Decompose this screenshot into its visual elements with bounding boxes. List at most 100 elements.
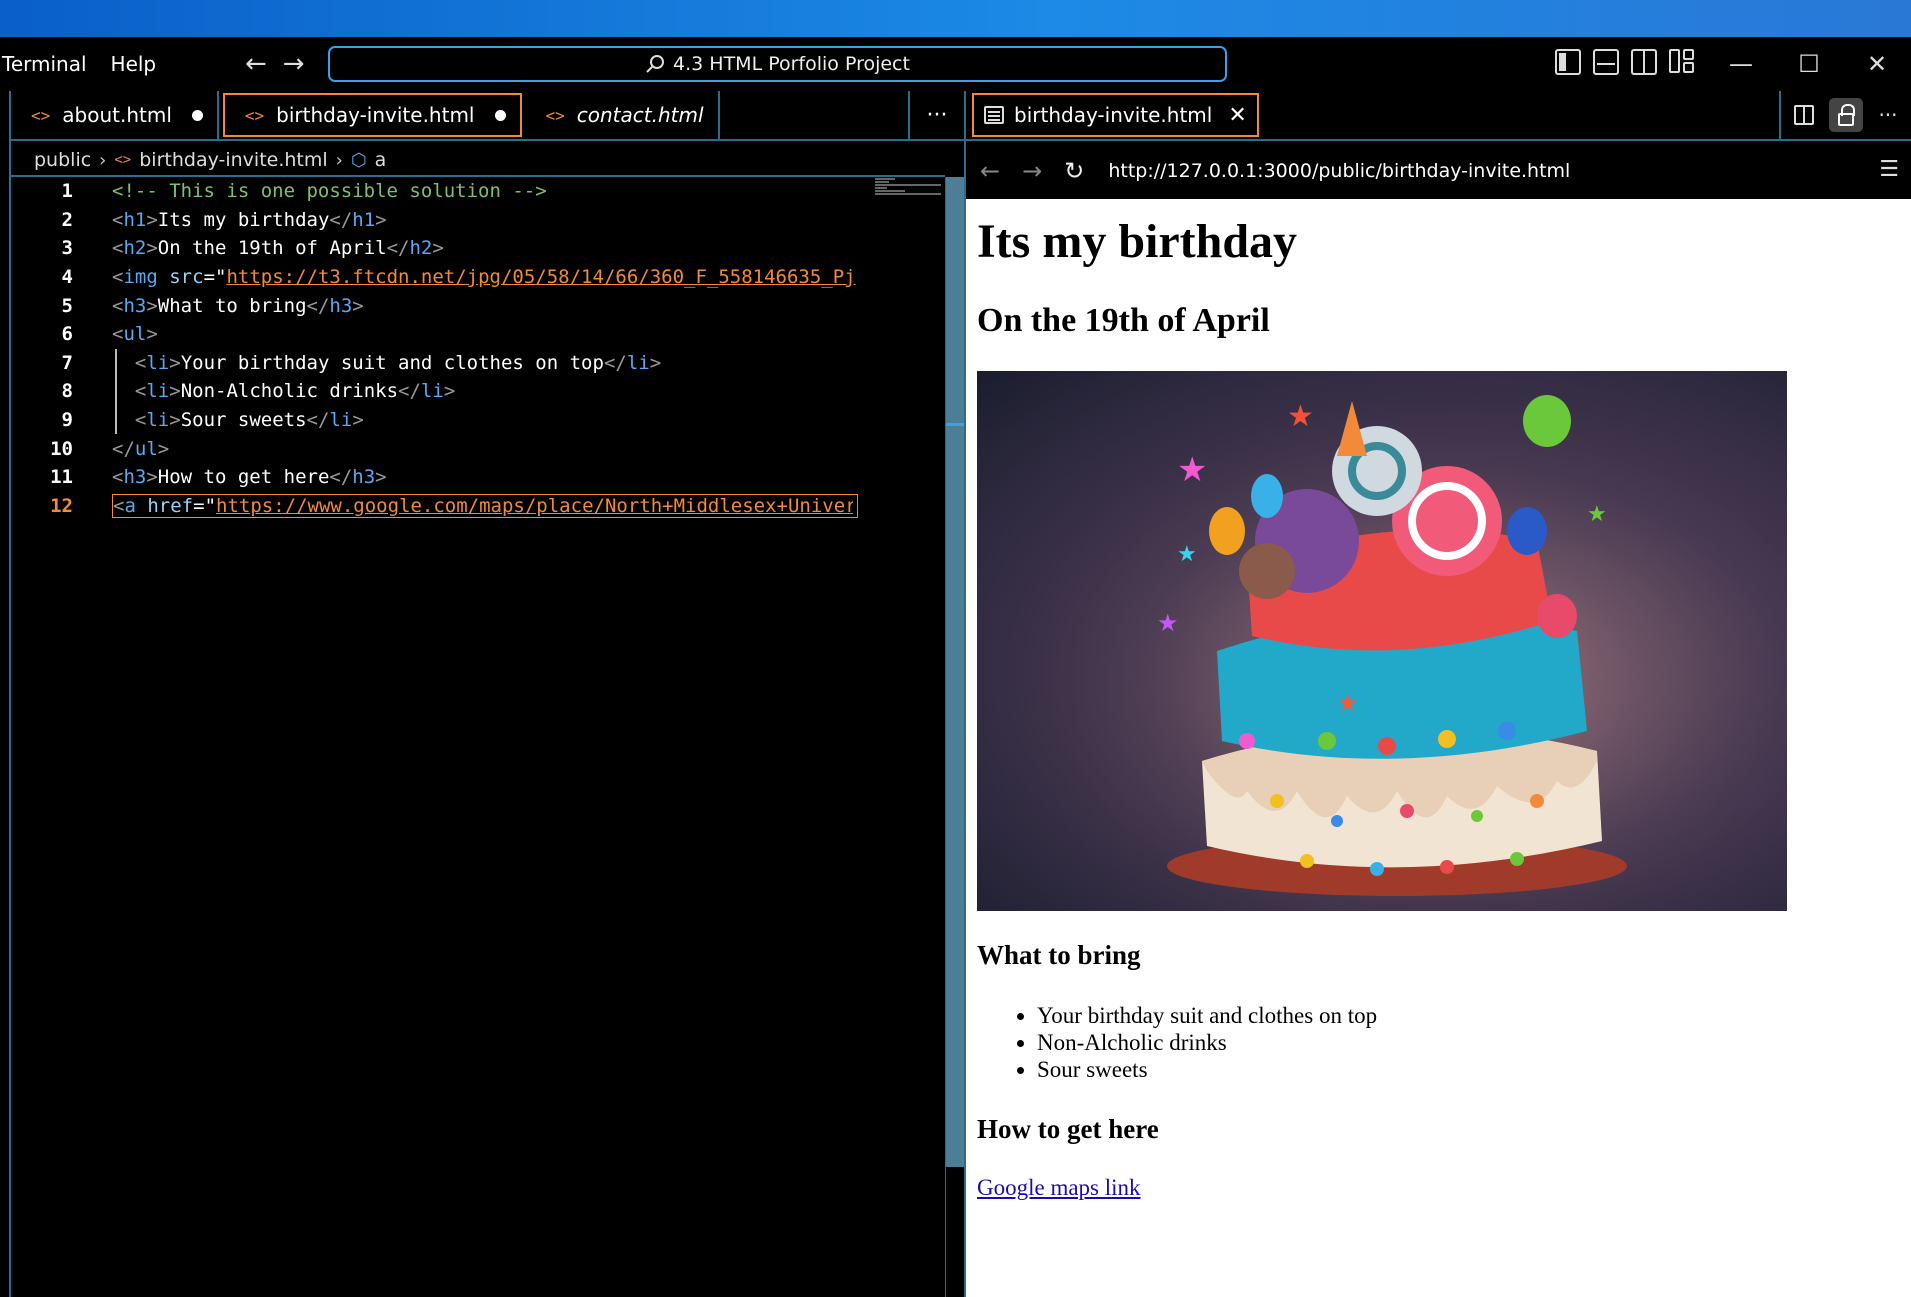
forward-arrow-icon[interactable]: →	[1022, 157, 1042, 185]
breadcrumb-file[interactable]: birthday-invite.html	[139, 149, 327, 171]
close-icon[interactable]: ✕	[1228, 103, 1246, 128]
bring-list: Your birthday suit and clothes on top No…	[977, 1002, 1911, 1083]
toggle-panel-icon[interactable]	[1593, 49, 1619, 75]
layout-controls	[1555, 49, 1695, 75]
vertical-scrollbar-thumb[interactable]	[946, 177, 964, 1167]
code-comment: <!-- This is one possible solution -->	[112, 180, 547, 203]
code-line: 11 <h3>How to get here</h3>	[11, 463, 945, 492]
preview-tab-bar: birthday-invite.html ✕ ···	[966, 91, 1911, 141]
menu-terminal[interactable]: Terminal	[0, 52, 99, 76]
simple-browser-pane: birthday-invite.html ✕ ··· ← → ↻ http://…	[964, 91, 1911, 1297]
code-text: Your birthday suit and clothes on top	[180, 351, 604, 374]
lock-icon	[1838, 103, 1855, 126]
menu-icon[interactable]: ☰	[1879, 157, 1899, 182]
page-subheading: On the 19th of April	[977, 301, 1270, 339]
code-line: 1 <!-- This is one possible solution -->	[11, 177, 945, 206]
tab-birthday-invite-html[interactable]: <> birthday-invite.html	[222, 93, 522, 137]
url-input[interactable]: http://127.0.0.1:3000/public/birthday-in…	[1108, 160, 1570, 182]
code-line: 10 </ul>	[11, 434, 945, 463]
more-actions-button[interactable]: ···	[908, 91, 964, 139]
code-text: Non-Alcholic drinks	[180, 380, 399, 403]
history-nav: ← →	[245, 49, 305, 79]
code-file-icon: <>	[31, 105, 51, 125]
cube-icon: ⬡	[350, 149, 367, 171]
list-item: Your birthday suit and clothes on top	[1037, 1002, 1911, 1029]
code-editor[interactable]: 1 <!-- This is one possible solution -->…	[11, 177, 945, 520]
command-center-search[interactable]: 4.3 HTML Porfolio Project	[328, 46, 1227, 82]
line-number: 2	[61, 208, 73, 231]
preview-actions: ···	[1779, 91, 1911, 139]
tab-label: birthday-invite.html	[276, 103, 475, 127]
code-file-icon: <>	[114, 152, 132, 168]
browser-nav: ← → ↻	[980, 157, 1084, 185]
list-item: Non-Alcholic drinks	[1037, 1029, 1911, 1056]
code-text: On the 19th of April	[157, 237, 387, 260]
scrollbar-cursor-marker	[946, 423, 964, 426]
chevron-right-icon: ›	[99, 149, 107, 171]
line-number: 10	[50, 437, 73, 460]
search-icon	[646, 55, 665, 73]
code-line: 3 <h2>On the 19th of April</h2>	[11, 234, 945, 263]
line-number: 11	[50, 466, 73, 489]
more-icon[interactable]: ···	[1871, 98, 1905, 132]
breadcrumb-folder[interactable]: public	[34, 149, 91, 171]
tab-label: contact.html	[576, 103, 704, 127]
line-number: 4	[61, 266, 73, 289]
section-heading-bring: What to bring	[977, 940, 1141, 971]
unsaved-dot-icon[interactable]	[494, 109, 506, 121]
page-heading: Its my birthday	[977, 215, 1298, 268]
split-editor-button[interactable]	[1787, 98, 1821, 132]
tab-contact-html[interactable]: <> contact.html	[526, 91, 720, 139]
code-line: 9 <li>Sour sweets</li>	[11, 405, 945, 435]
close-window-button[interactable]: ✕	[1843, 37, 1911, 91]
toggle-secondary-sidebar-icon[interactable]	[1631, 49, 1657, 75]
command-center-label: 4.3 HTML Porfolio Project	[673, 53, 910, 75]
unsaved-dot-icon[interactable]	[191, 109, 203, 121]
code-line: 2 <h1>Its my birthday</h1>	[11, 206, 945, 235]
tab-label: about.html	[62, 103, 172, 127]
reload-icon[interactable]: ↻	[1064, 157, 1084, 185]
code-text: Sour sweets	[180, 409, 307, 432]
window-controls: — ☐ ✕	[1707, 37, 1911, 91]
code-line: 7 <li>Your birthday suit and clothes on …	[11, 348, 945, 378]
split-editor-icon	[1794, 105, 1814, 125]
google-maps-link[interactable]: Google maps link	[977, 1175, 1141, 1201]
birthday-cake-image: ★ ★ ★ ★ ★ ★	[977, 371, 1787, 912]
code-line: 8 <li>Non-Alcholic drinks</li>	[11, 377, 945, 406]
desktop-background-strip	[0, 0, 1911, 37]
svg-text:★: ★	[1177, 452, 1207, 489]
breadcrumb: public › <> birthday-invite.html › ⬡ a	[34, 149, 386, 171]
line-number: 5	[61, 294, 73, 317]
line-number: 3	[61, 237, 73, 260]
line-number: 7	[61, 351, 73, 374]
maximize-button[interactable]: ☐	[1775, 37, 1843, 91]
back-arrow-icon[interactable]: ←	[980, 157, 1000, 185]
tab-about-html[interactable]: <> about.html	[11, 91, 219, 139]
forward-arrow-icon[interactable]: →	[283, 49, 305, 79]
lock-group-button[interactable]	[1829, 98, 1863, 132]
code-text: How to get here	[157, 466, 330, 489]
line-number: 1	[61, 180, 73, 203]
code-string: https://t3.ftcdn.net/jpg/05/58/14/66/360…	[226, 266, 856, 289]
code-line: 5 <h3>What to bring</h3>	[11, 291, 945, 320]
minimap[interactable]	[875, 178, 943, 208]
code-file-icon: <>	[244, 105, 265, 125]
toggle-primary-sidebar-icon[interactable]	[1555, 49, 1581, 75]
svg-text:★: ★	[1287, 400, 1314, 433]
code-line-current: 12 <a href="https://www.google.com/maps/…	[11, 492, 945, 521]
back-arrow-icon[interactable]: ←	[245, 49, 267, 79]
svg-text:★: ★	[1177, 541, 1197, 566]
breadcrumb-symbol[interactable]: a	[375, 149, 387, 171]
code-text: What to bring	[157, 294, 307, 317]
svg-text:★: ★	[1337, 691, 1359, 717]
menu-help[interactable]: Help	[99, 52, 169, 76]
code-line: 6 <ul>	[11, 320, 945, 349]
code-string: https://www.google.com/maps/place/North+…	[216, 494, 854, 517]
minimize-button[interactable]: —	[1707, 37, 1775, 91]
customize-layout-icon[interactable]	[1669, 49, 1695, 75]
list-item: Sour sweets	[1037, 1056, 1911, 1083]
editor-tab-bar: <> about.html <> birthday-invite.html <>…	[11, 91, 964, 141]
code-attribute: src	[169, 266, 204, 289]
tab-preview-birthday-invite[interactable]: birthday-invite.html ✕	[972, 93, 1259, 137]
code-line: 4 <img src="https://t3.ftcdn.net/jpg/05/…	[11, 263, 945, 292]
